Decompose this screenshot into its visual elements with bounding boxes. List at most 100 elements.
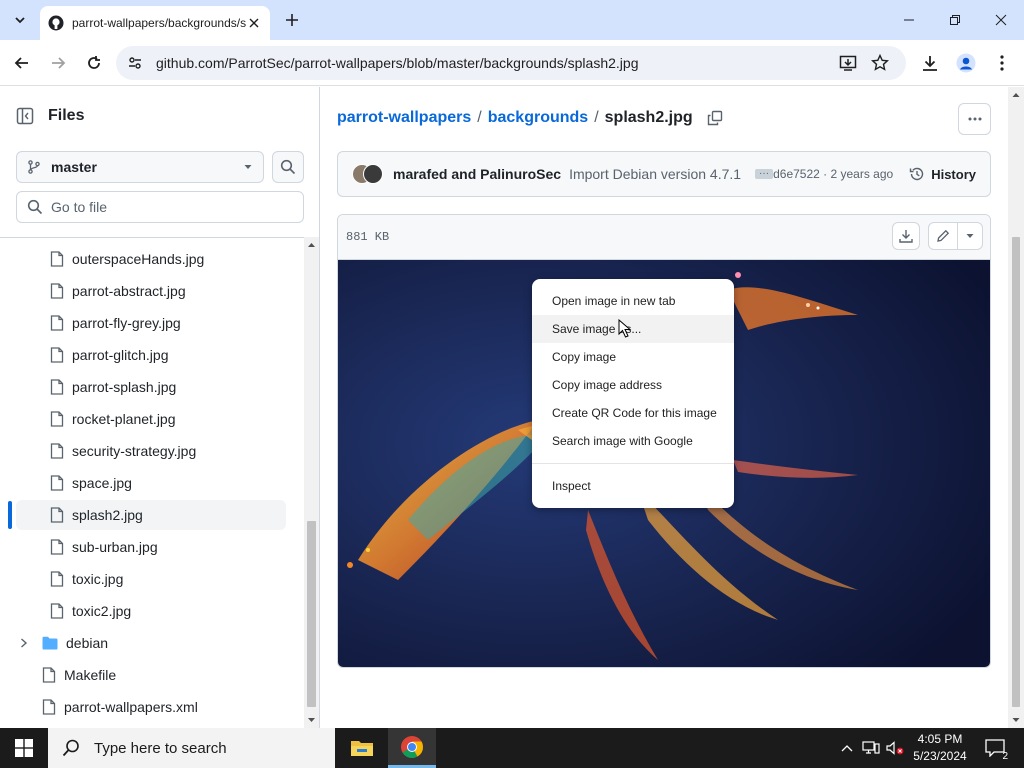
breadcrumb-separator: /	[477, 109, 482, 126]
history-link[interactable]: History	[909, 166, 976, 182]
tree-item-file[interactable]: parrot-glitch.jpg	[8, 340, 286, 370]
search-files-button[interactable]	[272, 151, 304, 183]
commit-authors[interactable]: marafed and PalinuroSec	[393, 166, 561, 182]
reload-icon	[88, 56, 100, 69]
expand-commit-message-icon[interactable]: ···	[755, 169, 774, 179]
edit-options-dropdown[interactable]	[957, 222, 983, 250]
tree-item-file[interactable]: outerspaceHands.jpg	[8, 244, 286, 274]
tree-item-file[interactable]: space.jpg	[8, 468, 286, 498]
taskbar-chrome[interactable]	[388, 728, 436, 768]
tree-item-label: parrot-glitch.jpg	[72, 347, 169, 363]
site-info-icon[interactable]	[120, 48, 150, 78]
menu-save-image-as[interactable]: Save image as...	[532, 315, 734, 343]
menu-open-image-new-tab[interactable]: Open image in new tab	[532, 287, 734, 315]
go-to-file-field[interactable]	[16, 191, 304, 223]
search-icon	[280, 159, 296, 175]
pencil-icon	[937, 229, 950, 242]
menu-inspect[interactable]: Inspect	[532, 472, 734, 500]
mouse-cursor-icon	[618, 319, 632, 338]
tree-item-file[interactable]: rocket-planet.jpg	[8, 404, 286, 434]
profile-button[interactable]	[954, 51, 978, 75]
edit-file-button[interactable]	[928, 222, 958, 250]
branch-selector[interactable]: master	[16, 151, 264, 183]
scroll-down-arrow-icon[interactable]	[304, 714, 319, 726]
collapse-sidebar-icon[interactable]	[16, 107, 34, 125]
scroll-down-arrow-icon[interactable]	[1008, 714, 1024, 726]
bookmark-star-icon[interactable]	[870, 53, 890, 73]
tree-item-file[interactable]: parrot-abstract.jpg	[8, 276, 286, 306]
close-window-button[interactable]	[978, 0, 1024, 40]
back-button[interactable]	[10, 51, 34, 75]
network-icon[interactable]	[860, 728, 882, 768]
caret-down-icon	[966, 234, 974, 238]
start-button[interactable]	[0, 728, 48, 768]
copy-path-icon[interactable]	[707, 110, 723, 126]
tree-item-file[interactable]: parrot-fly-grey.jpg	[8, 308, 286, 338]
menu-search-image-google[interactable]: Search image with Google	[532, 427, 734, 455]
tree-item-file[interactable]: toxic.jpg	[8, 564, 286, 594]
notification-count-badge: 2	[1002, 751, 1008, 762]
notification-center-button[interactable]: 2	[980, 728, 1010, 768]
chevron-up-icon	[841, 745, 853, 752]
download-raw-button[interactable]	[892, 222, 920, 250]
go-to-file-input[interactable]	[51, 199, 291, 215]
forward-button[interactable]	[46, 51, 70, 75]
browser-tab[interactable]: parrot-wallpapers/backgrounds/splash2.jp…	[40, 6, 270, 40]
show-hidden-icons[interactable]	[838, 728, 856, 768]
commit-sha-time[interactable]: d6e7522 · 2 years ago	[773, 167, 893, 181]
tree-item-label: splash2.jpg	[72, 507, 143, 523]
tab-search-button[interactable]	[8, 8, 32, 32]
file-icon	[50, 411, 64, 427]
arrow-left-icon	[14, 57, 28, 69]
download-icon	[899, 230, 913, 243]
tree-item-file[interactable]: Makefile	[8, 660, 286, 690]
scroll-up-arrow-icon[interactable]	[304, 239, 319, 251]
taskbar-search-box[interactable]: Type here to search	[48, 728, 335, 768]
tree-item-file[interactable]: sub-urban.jpg	[8, 532, 286, 562]
chrome-menu-button[interactable]	[990, 51, 1014, 75]
tree-item-label: toxic.jpg	[72, 571, 124, 587]
caret-down-icon	[244, 165, 252, 169]
scrollbar-thumb[interactable]	[1012, 237, 1020, 707]
restore-button[interactable]	[932, 0, 978, 40]
downloads-button[interactable]	[918, 51, 942, 75]
menu-copy-image[interactable]: Copy image	[532, 343, 734, 371]
search-icon	[62, 739, 79, 757]
tree-item-folder[interactable]: debian	[8, 628, 286, 658]
volume-muted-icon[interactable]	[884, 728, 906, 768]
tree-item-label: debian	[66, 635, 109, 651]
breadcrumb-repo-link[interactable]: parrot-wallpapers	[337, 109, 471, 127]
minimize-button[interactable]	[886, 0, 932, 40]
tab-close-icon[interactable]	[246, 15, 262, 31]
author-avatars[interactable]	[352, 164, 383, 184]
more-options-button[interactable]	[958, 103, 991, 135]
breadcrumb: parrot-wallpapers / backgrounds / splash…	[337, 109, 723, 127]
new-tab-button[interactable]	[282, 10, 302, 30]
taskbar-file-explorer[interactable]	[338, 728, 386, 768]
taskbar-clock[interactable]: 4:05 PM 5/23/2024	[910, 731, 970, 765]
install-app-icon[interactable]	[838, 53, 858, 73]
avatar[interactable]	[363, 164, 383, 184]
breadcrumb-folder-link[interactable]: backgrounds	[488, 109, 588, 127]
file-icon	[50, 507, 64, 523]
tree-item-label: parrot-wallpapers.xml	[64, 699, 198, 715]
breadcrumb-current-file: splash2.jpg	[604, 109, 693, 126]
tree-item-selected-file[interactable]: splash2.jpg	[16, 500, 286, 530]
tree-item-file[interactable]: toxic2.jpg	[8, 596, 286, 626]
tree-item-file[interactable]: parrot-splash.jpg	[8, 372, 286, 402]
tree-item-file[interactable]: security-strategy.jpg	[8, 436, 286, 466]
file-tree-panel: Files master outerspaceHands.jpg parrot-…	[0, 87, 320, 728]
scroll-up-arrow-icon[interactable]	[1008, 89, 1024, 101]
reload-button[interactable]	[82, 51, 106, 75]
tree-item-file[interactable]: parrot-wallpapers.xml	[8, 692, 286, 722]
address-bar[interactable]: github.com/ParrotSec/parrot-wallpapers/b…	[116, 46, 906, 80]
history-label: History	[931, 166, 976, 182]
menu-create-qr-code[interactable]: Create QR Code for this image	[532, 399, 734, 427]
scrollbar-thumb[interactable]	[307, 521, 316, 707]
commit-message[interactable]: Import Debian version 4.7.1	[569, 166, 741, 182]
page-scrollbar[interactable]	[1008, 87, 1024, 728]
plus-icon	[286, 14, 298, 26]
menu-copy-image-address[interactable]: Copy image address	[532, 371, 734, 399]
file-size: 881 KB	[346, 230, 390, 244]
file-tree-scrollbar[interactable]	[304, 237, 319, 728]
